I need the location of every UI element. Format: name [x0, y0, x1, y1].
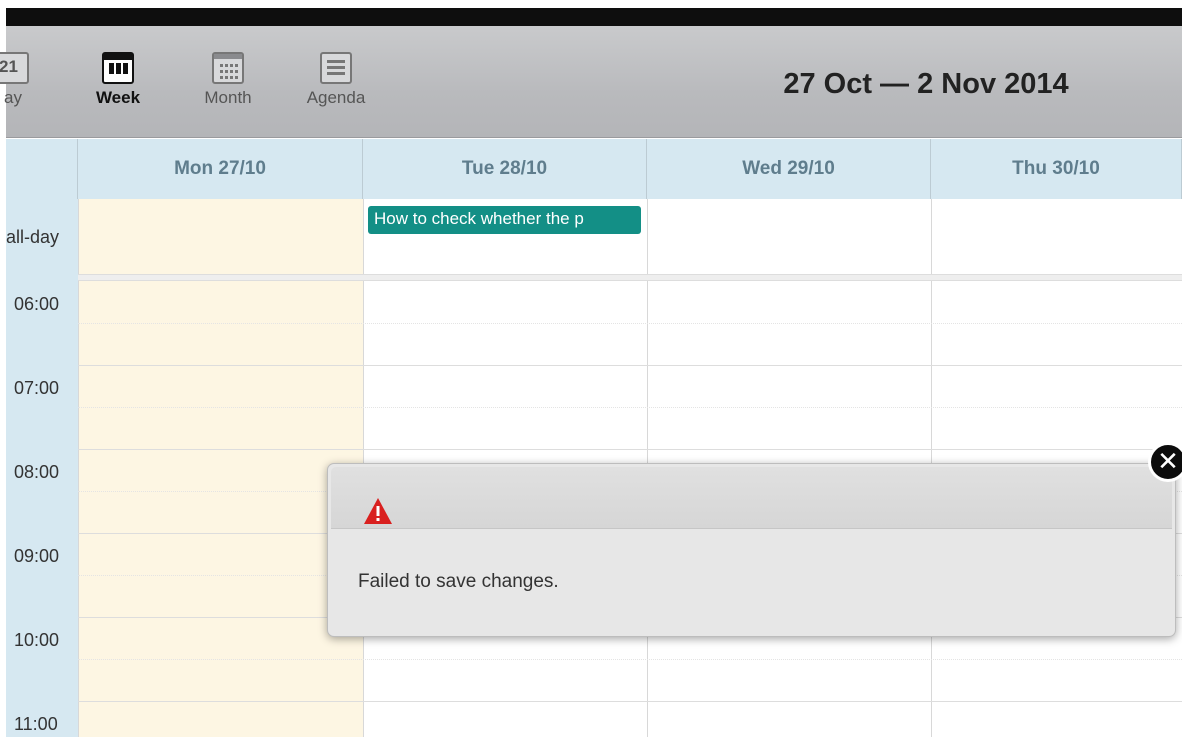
allday-event[interactable]: How to check whether the p [368, 206, 641, 234]
time-label-0700: 07:00 [14, 378, 60, 398]
view-agenda-label: Agenda [306, 88, 366, 107]
dialog-header [331, 467, 1172, 529]
window-top-bar [0, 0, 1182, 26]
warning-icon [364, 498, 392, 524]
date-range-title: 27 Oct — 2 Nov 2014 [783, 68, 1069, 100]
view-month-label: Month [204, 88, 252, 107]
dialog-message: Failed to save changes. [358, 571, 559, 592]
calendar-toolbar: 21 ay Week Month Agenda 27 Oct — 2 Nov 2… [0, 26, 1182, 138]
close-icon[interactable]: ✕ [1148, 442, 1182, 482]
allday-separator [78, 274, 1182, 281]
time-label-0800: 08:00 [14, 462, 60, 482]
time-label-1000: 10:00 [14, 630, 60, 650]
time-label-1100: 11:00 [14, 714, 58, 734]
time-label-0900: 09:00 [14, 546, 60, 566]
error-dialog: Failed to save changes. [327, 463, 1176, 637]
calendar-week-icon [102, 52, 134, 84]
view-week-button[interactable]: Week [88, 52, 148, 108]
view-week-label: Week [95, 88, 141, 107]
half-hour-line [78, 659, 1182, 660]
column-header-wed[interactable]: Wed 29/10 [647, 139, 931, 199]
allday-label: all-day [6, 227, 60, 247]
week-grid: Mon 27/10 Tue 28/10 Wed 29/10 Thu 30/10 … [0, 139, 1182, 737]
view-month-button[interactable]: Month [198, 52, 258, 108]
time-label-0600: 06:00 [14, 294, 60, 314]
gutter-header [6, 139, 78, 199]
calendar-month-icon [212, 52, 244, 84]
view-agenda-button[interactable]: Agenda [296, 52, 376, 108]
hour-line [78, 701, 1182, 702]
view-day-button[interactable]: 21 ay [0, 52, 38, 108]
agenda-list-icon [320, 52, 352, 84]
view-day-label: ay [4, 88, 22, 107]
hour-line [78, 449, 1182, 450]
column-header-mon[interactable]: Mon 27/10 [78, 139, 363, 199]
column-header-tue[interactable]: Tue 28/10 [363, 139, 647, 199]
hour-line [78, 365, 1182, 366]
calendar-day-icon: 21 [0, 52, 29, 84]
title-strip [6, 8, 1182, 26]
column-header-thu[interactable]: Thu 30/10 [931, 139, 1182, 199]
half-hour-line [78, 407, 1182, 408]
half-hour-line [78, 323, 1182, 324]
